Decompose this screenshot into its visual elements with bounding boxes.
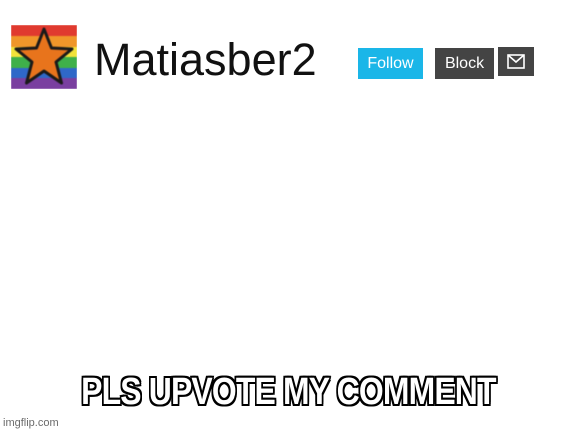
avatar[interactable] [11, 25, 77, 89]
imgflip-watermark: imgflip.com [3, 417, 59, 429]
envelope-icon [507, 54, 525, 69]
message-button[interactable] [498, 47, 534, 76]
username[interactable]: Matiasber2 [94, 34, 317, 86]
meme-caption: PLS UPVOTE MY COMMENT [80, 370, 497, 415]
meme-canvas: Matiasber2 Follow Block PLS UPVOTE MY CO… [0, 0, 577, 433]
rainbow-star-icon [11, 25, 77, 89]
follow-button[interactable]: Follow [358, 48, 423, 79]
block-button[interactable]: Block [435, 48, 494, 79]
